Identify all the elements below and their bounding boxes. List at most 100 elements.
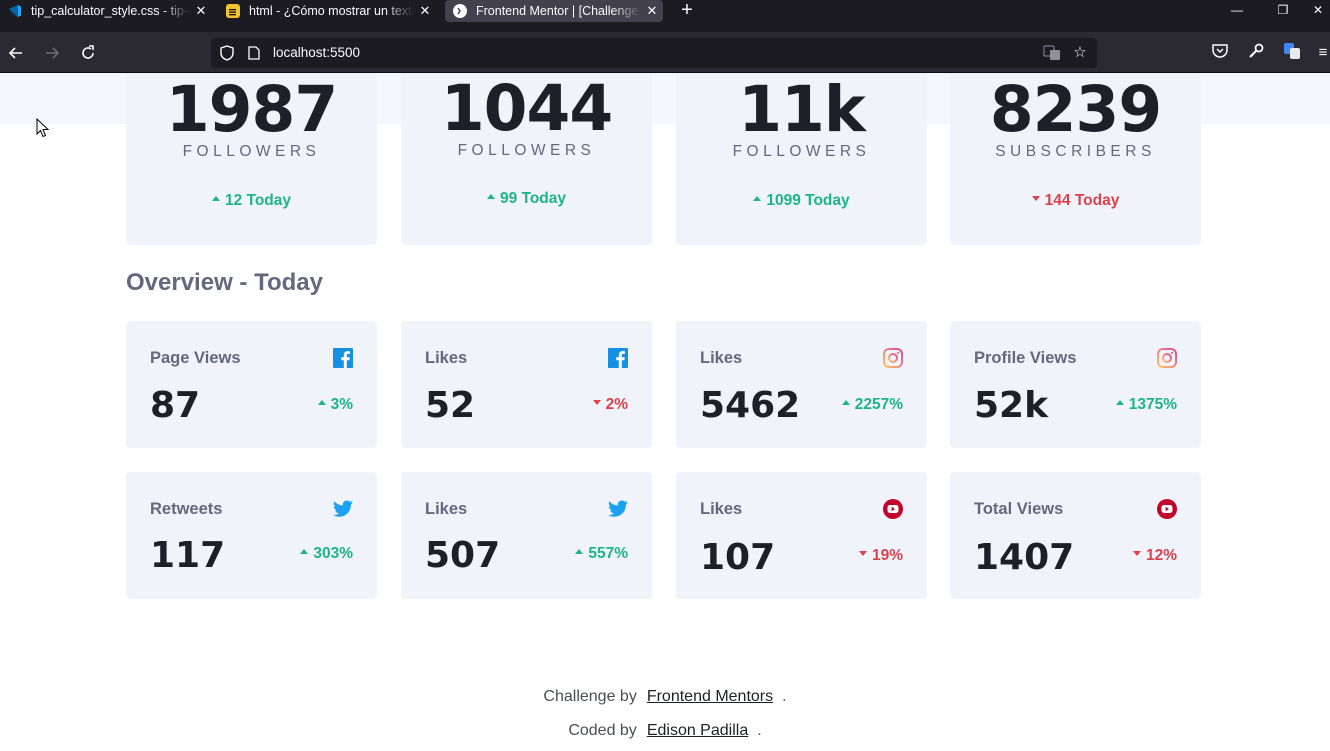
overview-card: Page Views 87 3% <box>126 321 377 448</box>
arrow-down-icon <box>1031 196 1040 202</box>
arrow-up-icon <box>753 196 762 202</box>
browser-tab-active[interactable]: Frontend Mentor | [Challenge N ✕ <box>445 0 663 22</box>
followers-count: 1044 <box>440 73 613 145</box>
overview-card: Profile Views 52k 1375% <box>950 321 1201 448</box>
arrow-up-icon <box>300 549 309 555</box>
overview-card: Likes 5462 2257% <box>676 321 927 448</box>
instagram-icon <box>883 348 903 368</box>
browser-tab[interactable]: html - ¿Cómo mostrar un texto ✕ <box>226 0 432 21</box>
overview-card-label: Total Views <box>974 500 1064 518</box>
overview-card-label: Likes <box>425 349 468 367</box>
overview-card-change: 303% <box>300 545 353 563</box>
overview-card-label: Retweets <box>150 500 223 518</box>
attribution-period: . <box>782 688 787 705</box>
close-tab-icon[interactable]: ✕ <box>194 3 208 19</box>
arrow-down-icon <box>592 400 601 406</box>
minimize-icon[interactable]: ― <box>1214 0 1260 22</box>
close-tab-icon[interactable]: ✕ <box>645 3 659 19</box>
overview-card-value: 117 <box>150 535 226 576</box>
followers-card-youtube: 8239 SUBSCRIBERS 144 Today <box>950 73 1201 245</box>
followers-today: 12 Today <box>126 192 377 210</box>
arrow-up-icon <box>486 194 495 200</box>
pocket-icon[interactable] <box>1210 42 1230 64</box>
attribution-coded: Coded by Edison Padilla. <box>0 722 1330 740</box>
youtube-icon <box>883 499 903 519</box>
overview-card-value: 1407 <box>974 537 1075 578</box>
overview-card-change: 557% <box>575 545 628 563</box>
followers-card-facebook: 1987 FOLLOWERS 12 Today <box>126 73 377 245</box>
overview-card-label: Likes <box>425 500 468 518</box>
overview-card: Likes 507 557% <box>401 472 652 599</box>
followers-label: FOLLOWERS <box>732 143 871 160</box>
arrow-up-icon <box>841 400 850 406</box>
overview-card-label: Profile Views <box>974 349 1077 367</box>
facebook-icon <box>333 348 353 368</box>
tab-title: tip_calculator_style.css - tip-calc <box>31 3 190 18</box>
vscode-icon <box>8 4 22 18</box>
followers-card-twitter: 1044 FOLLOWERS 99 Today <box>401 73 652 245</box>
followers-count: 1987 <box>165 73 338 146</box>
attribution-prefix: Challenge by <box>543 688 637 705</box>
browser-tab[interactable]: tip_calculator_style.css - tip-calc ✕ <box>8 0 208 21</box>
shield-icon[interactable] <box>220 45 234 61</box>
twitter-icon <box>333 500 353 517</box>
overview-card-value: 52k <box>974 385 1049 426</box>
arrow-up-icon <box>317 400 326 406</box>
stackoverflow-icon <box>226 3 240 18</box>
overview-title: Overview - Today <box>126 269 323 296</box>
overview-card-change: 3% <box>317 396 353 414</box>
overview-card-label: Likes <box>700 349 743 367</box>
attribution-challenge: Challenge by Frontend Mentors. <box>0 688 1330 706</box>
followers-today: 99 Today <box>401 190 652 208</box>
attribution-period: . <box>757 722 762 739</box>
followers-count: 8239 <box>989 73 1162 146</box>
translate-extension-icon[interactable] <box>1282 42 1302 64</box>
tab-title: Frontend Mentor | [Challenge N <box>476 4 641 18</box>
overview-card-label: Likes <box>700 500 743 518</box>
arrow-down-icon <box>1132 551 1141 557</box>
followers-label: FOLLOWERS <box>457 142 596 159</box>
followers-card-instagram: 11k FOLLOWERS 1099 Today <box>676 73 927 245</box>
wrench-icon[interactable] <box>1246 42 1266 64</box>
arrow-down-icon <box>858 551 867 557</box>
attribution-prefix: Coded by <box>568 722 637 739</box>
overview-card-value: 87 <box>150 385 201 426</box>
facebook-icon <box>608 348 628 368</box>
overview-card-change: 2257% <box>841 396 903 414</box>
overview-card-label: Page Views <box>150 349 241 367</box>
bookmark-star-icon[interactable]: ☆ <box>1071 44 1089 62</box>
page-content: 1987 FOLLOWERS 12 Today 1044 FOLLOWERS 9… <box>0 73 1330 751</box>
arrow-up-icon <box>1115 400 1124 406</box>
overview-card-change: 2% <box>592 396 628 414</box>
youtube-icon <box>1157 499 1177 519</box>
translate-icon[interactable] <box>1043 44 1061 62</box>
back-icon[interactable] <box>5 42 27 64</box>
overview-card-change: 1375% <box>1115 396 1177 414</box>
browser-tab-strip: tip_calculator_style.css - tip-calc ✕ ht… <box>0 0 1330 32</box>
browser-toolbar: localhost:5500 ☆ ≡ <box>0 32 1330 73</box>
followers-label: SUBSCRIBERS <box>995 143 1156 160</box>
reload-icon[interactable] <box>77 42 99 64</box>
frontend-mentor-icon <box>453 4 467 18</box>
restore-icon[interactable]: ❐ <box>1260 0 1306 22</box>
page-icon[interactable] <box>248 46 260 60</box>
followers-today: 144 Today <box>950 192 1201 210</box>
overview-card: Likes 52 2% <box>401 321 652 448</box>
frontend-mentor-link[interactable]: Frontend Mentors <box>647 688 773 705</box>
close-window-icon[interactable]: ✕ <box>1306 0 1330 22</box>
followers-label: FOLLOWERS <box>182 143 321 160</box>
new-tab-icon[interactable]: + <box>677 0 697 22</box>
twitter-icon <box>608 500 628 517</box>
menu-icon[interactable]: ≡ <box>1316 42 1330 64</box>
overview-card: Retweets 117 303% <box>126 472 377 599</box>
address-bar[interactable]: localhost:5500 ☆ <box>211 38 1097 68</box>
url-text[interactable]: localhost:5500 <box>273 45 360 60</box>
author-link[interactable]: Edison Padilla <box>647 722 748 739</box>
close-tab-icon[interactable]: ✕ <box>418 3 432 19</box>
overview-card: Likes 107 19% <box>676 472 927 599</box>
overview-card-change: 12% <box>1132 547 1177 565</box>
followers-today: 1099 Today <box>676 192 927 210</box>
overview-card-value: 507 <box>425 535 501 576</box>
forward-icon[interactable] <box>41 42 63 64</box>
followers-count: 11k <box>738 73 866 146</box>
